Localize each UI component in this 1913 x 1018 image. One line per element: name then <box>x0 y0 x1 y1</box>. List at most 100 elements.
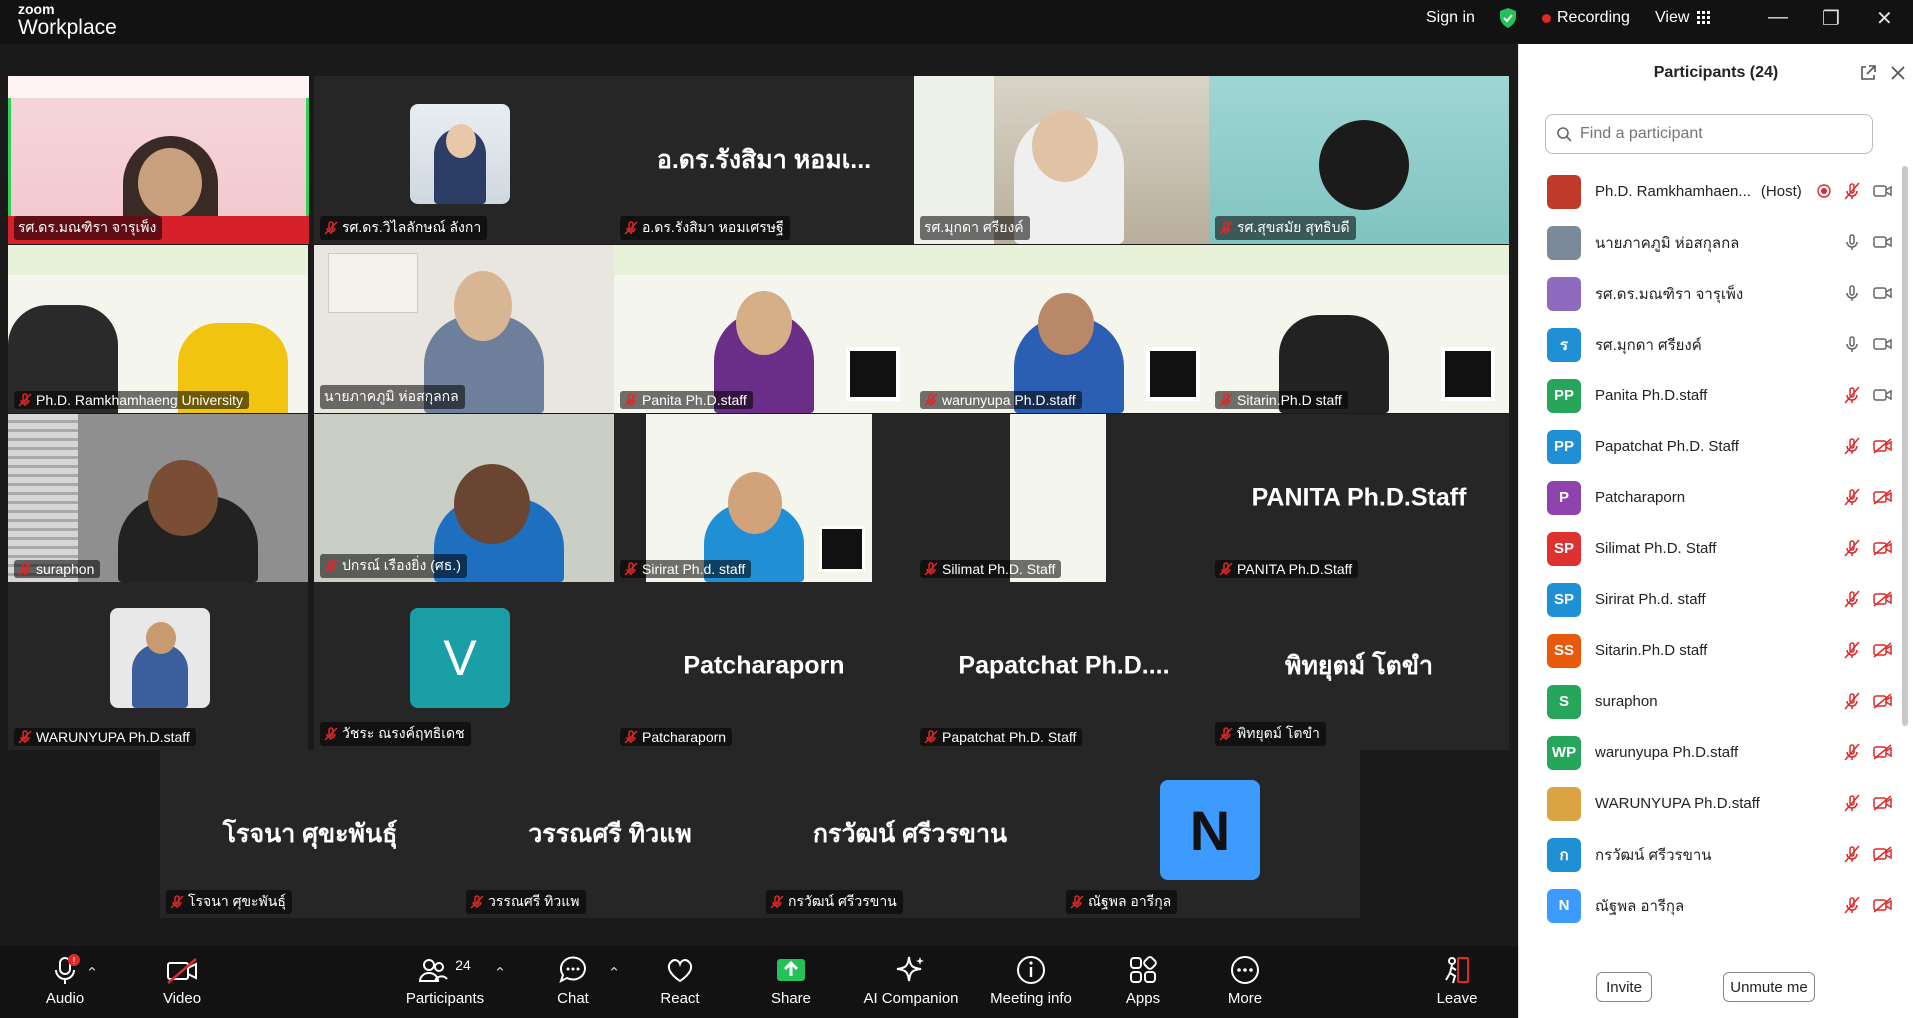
apps-button[interactable]: Apps <box>1098 954 1188 1007</box>
participant-name: Patcharaporn <box>1595 489 1686 506</box>
video-label: Video <box>162 990 202 1007</box>
participant-row[interactable]: ร รศ.มุกดา ศรียงค์ <box>1519 319 1899 370</box>
view-button[interactable]: View <box>1655 0 1711 36</box>
video-off-icon[interactable] <box>1873 591 1893 607</box>
mic-icon[interactable] <box>1843 233 1861 251</box>
video-icon[interactable] <box>1873 234 1893 250</box>
react-button[interactable]: React <box>635 954 725 1007</box>
mic-muted-icon[interactable] <box>1843 488 1861 506</box>
participants-button[interactable]: 24 Participants <box>390 954 500 1007</box>
recording-indicator[interactable]: Recording <box>1542 0 1630 36</box>
participant-row[interactable]: P Patcharaporn <box>1519 472 1899 523</box>
video-tile[interactable]: V วัชระ ณรงค์ฤทธิเดช <box>314 582 614 750</box>
video-tile[interactable]: Silimat Ph.D. Staff <box>914 414 1214 582</box>
participant-row[interactable]: Ssuraphon <box>1519 676 1899 727</box>
video-off-icon[interactable] <box>1873 846 1893 862</box>
video-off-icon[interactable] <box>1873 795 1893 811</box>
sign-in-button[interactable]: Sign in <box>1426 0 1475 36</box>
mic-muted-icon[interactable] <box>1843 692 1861 710</box>
video-icon[interactable] <box>1873 183 1893 199</box>
video-tile[interactable]: N ณัฐพล อารีกุล <box>1060 750 1360 918</box>
video-tile[interactable]: Sirirat Ph.d. staff <box>614 414 914 582</box>
search-input[interactable] <box>1580 125 1850 143</box>
video-button[interactable]: Video <box>137 954 227 1007</box>
participant-row[interactable]: Ph.D. Ramkhamhaen... (Host) <box>1519 166 1899 217</box>
share-button[interactable]: Share <box>746 954 836 1007</box>
video-tile[interactable]: รศ.สุขสมัย สุทธิบดี <box>1209 76 1509 244</box>
pop-out-icon[interactable] <box>1859 64 1877 82</box>
video-tile[interactable]: Sitarin.Ph.D staff <box>1209 245 1509 413</box>
mic-muted-icon[interactable] <box>1843 794 1861 812</box>
video-tile[interactable]: Papatchat Ph.D.... Papatchat Ph.D. Staff <box>914 582 1214 750</box>
mic-muted-icon[interactable] <box>1843 896 1861 914</box>
video-tile[interactable]: อ.ดร.รังสิมา หอมเ... อ.ดร.รังสิมา หอมเศร… <box>614 76 914 244</box>
video-tile[interactable]: ปกรณ์ เรืองยิ่ง (ศธ.) <box>314 414 614 582</box>
video-tile[interactable]: พิทยุตม์ โตขำ พิทยุตม์ โตขำ <box>1209 582 1509 750</box>
participant-search[interactable] <box>1545 114 1873 154</box>
participant-status-icons <box>1843 539 1893 557</box>
mic-icon[interactable] <box>1843 335 1861 353</box>
participant-row[interactable]: SP Silimat Ph.D. Staff <box>1519 523 1899 574</box>
video-off-icon[interactable] <box>1873 489 1893 505</box>
video-off-icon[interactable] <box>1873 744 1893 760</box>
video-off-icon[interactable] <box>1873 642 1893 658</box>
video-off-icon[interactable] <box>1873 897 1893 913</box>
ai-companion-button[interactable]: AI Companion <box>856 954 966 1007</box>
mic-muted-icon[interactable] <box>1843 386 1861 404</box>
more-button[interactable]: More <box>1200 954 1290 1007</box>
participant-row[interactable]: รศ.ดร.มณฑิรา จารุเพ็ง <box>1519 268 1899 319</box>
mic-muted-icon[interactable] <box>1843 539 1861 557</box>
video-icon[interactable] <box>1873 285 1893 301</box>
video-tile[interactable]: PANITA Ph.D.Staff PANITA Ph.D.Staff <box>1209 414 1509 582</box>
participants-options-caret[interactable]: ⌃ <box>488 964 512 982</box>
participant-row[interactable]: PP Panita Ph.D.staff <box>1519 370 1899 421</box>
video-tile[interactable]: WARUNYUPA Ph.D.staff <box>8 582 308 750</box>
participant-row[interactable]: นายภาคภูมิ ห่อสกุลกล <box>1519 217 1899 268</box>
participant-row[interactable]: WARUNYUPA Ph.D.staff <box>1519 778 1899 829</box>
leave-button[interactable]: Leave <box>1412 954 1502 1007</box>
video-tile[interactable]: นายภาคภูมิ ห่อสกุลกล <box>314 245 614 413</box>
video-tile[interactable]: Ph.D. Ramkhamhaeng University <box>8 245 308 413</box>
chat-options-caret[interactable]: ⌃ <box>602 964 626 982</box>
audio-options-caret[interactable]: ⌃ <box>80 964 104 982</box>
mic-icon[interactable] <box>1843 284 1861 302</box>
participant-row[interactable]: ก กรวัฒน์ ศรีวรขาน <box>1519 829 1899 880</box>
participant-face <box>148 460 218 536</box>
video-tile[interactable]: suraphon <box>8 414 308 582</box>
participant-row[interactable]: PP Papatchat Ph.D. Staff <box>1519 421 1899 472</box>
mic-muted-icon[interactable] <box>1843 182 1861 200</box>
participant-avatar <box>1547 786 1581 821</box>
unmute-me-button[interactable]: Unmute me <box>1723 972 1815 1002</box>
video-off-icon[interactable] <box>1873 540 1893 556</box>
video-tile[interactable]: รศ.ดร.วิไลลักษณ์ ลังกา <box>314 76 614 244</box>
video-tile[interactable]: โรจนา ศุขะพันธุ์ โรจนา ศุขะพันธุ์ <box>160 750 460 918</box>
participant-list-scrollbar[interactable] <box>1902 166 1908 726</box>
meeting-info-button[interactable]: Meeting info <box>976 954 1086 1007</box>
participant-row[interactable]: SS Sitarin.Ph.D staff <box>1519 625 1899 676</box>
minimize-icon[interactable]: — <box>1768 6 1788 29</box>
maximize-icon[interactable]: ❐ <box>1822 6 1840 31</box>
mic-muted-icon[interactable] <box>1843 743 1861 761</box>
close-panel-icon[interactable] <box>1890 65 1906 81</box>
close-icon[interactable]: ✕ <box>1876 6 1893 31</box>
video-tile[interactable]: Panita Ph.D.staff <box>614 245 914 413</box>
invite-button[interactable]: Invite <box>1596 972 1652 1002</box>
mic-muted-icon[interactable] <box>1843 845 1861 863</box>
video-off-icon[interactable] <box>1873 693 1893 709</box>
mic-muted-icon[interactable] <box>1843 641 1861 659</box>
video-icon[interactable] <box>1873 387 1893 403</box>
video-tile[interactable]: รศ.มุกดา ศรียงค์ <box>914 76 1214 244</box>
encryption-shield-icon[interactable] <box>1498 0 1518 36</box>
video-tile[interactable]: Patcharaporn Patcharaporn <box>614 582 914 750</box>
video-tile[interactable]: วรรณศรี ทิวแพ วรรณศรี ทิวแพ <box>460 750 760 918</box>
video-tile[interactable]: กรวัฒน์ ศรีวรขาน กรวัฒน์ ศรีวรขาน <box>760 750 1060 918</box>
participant-row[interactable]: WP warunyupa Ph.D.staff <box>1519 727 1899 778</box>
video-off-icon[interactable] <box>1873 438 1893 454</box>
video-icon[interactable] <box>1873 336 1893 352</box>
video-tile[interactable]: warunyupa Ph.D.staff <box>914 245 1214 413</box>
video-tile[interactable]: รศ.ดร.มณฑิรา จารุเพ็ง <box>8 76 309 244</box>
participant-row[interactable]: SP Sirirat Ph.d. staff <box>1519 574 1899 625</box>
participant-row[interactable]: N ณัฐพล อารีกุล <box>1519 880 1899 931</box>
mic-muted-icon[interactable] <box>1843 590 1861 608</box>
mic-muted-icon[interactable] <box>1843 437 1861 455</box>
